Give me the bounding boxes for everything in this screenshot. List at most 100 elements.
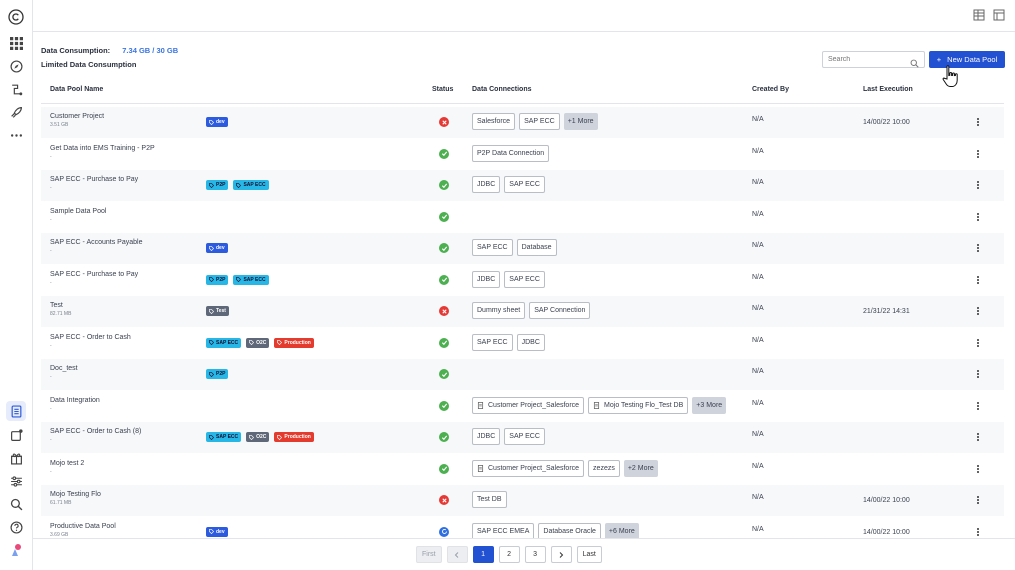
connection-chip[interactable]: zezezs	[588, 459, 620, 477]
page-button-1[interactable]: 1	[472, 546, 494, 563]
row-menu-icon[interactable]	[974, 148, 982, 160]
pool-name[interactable]: SAP ECC - Order to Cash (8)	[50, 428, 141, 435]
row-menu-icon[interactable]	[974, 463, 982, 475]
row-menu-icon[interactable]	[974, 526, 982, 538]
connection-chip[interactable]: SAP ECC	[472, 333, 513, 351]
first-page-button[interactable]: First	[416, 546, 442, 563]
more-connections-chip[interactable]: +3 More	[692, 396, 727, 414]
table-view-icon[interactable]	[973, 9, 985, 21]
pool-name[interactable]: Mojo test 2	[50, 460, 84, 467]
pool-name[interactable]: SAP ECC - Order to Cash	[50, 334, 131, 341]
page-button-2[interactable]: 2	[498, 546, 520, 563]
pool-name[interactable]: Customer Project	[50, 113, 104, 120]
data-pools-icon[interactable]	[6, 401, 26, 421]
row-menu-icon[interactable]	[974, 305, 982, 317]
rocket-icon[interactable]	[6, 102, 26, 122]
table-row[interactable]: Sample Data Pool - N/A	[41, 202, 1004, 233]
tag-badge[interactable]: P2P	[206, 369, 229, 379]
table-row[interactable]: Mojo test 2- Customer Project_Salesforce z…	[41, 454, 1004, 485]
tag-badge[interactable]: O2C	[246, 432, 270, 442]
pool-name[interactable]: Test	[50, 302, 63, 309]
more-icon[interactable]	[6, 125, 26, 145]
table-row[interactable]: Data Integration - Customer Project_Salesf…	[41, 391, 1004, 422]
tag-badge[interactable]: Production	[274, 432, 314, 442]
tag-badge[interactable]: dev	[206, 526, 228, 537]
table-row[interactable]: SAP ECC - Purchase to Pay - P2P SAP ECC JDBC…	[41, 265, 1004, 296]
tag-badge[interactable]: dev	[206, 243, 228, 253]
more-connections-chip[interactable]: +6 More	[604, 522, 639, 540]
column-header-status[interactable]: Status	[432, 86, 453, 93]
search-icon[interactable]	[6, 494, 26, 514]
last-page-button[interactable]: Last	[576, 546, 602, 563]
pool-name[interactable]: SAP ECC - Accounts Payable	[50, 239, 142, 246]
celonis-logo-icon[interactable]	[6, 7, 26, 27]
pool-name[interactable]: SAP ECC - Purchase to Pay	[50, 176, 138, 183]
table-row[interactable]: Get Data into EMS Training - P2P - P2P Dat…	[41, 139, 1004, 170]
connection-chip[interactable]: Customer Project_Salesforce	[472, 396, 585, 414]
layout-icon[interactable]	[993, 9, 1005, 21]
connection-chip[interactable]: JDBC	[516, 333, 545, 351]
table-row[interactable]: SAP ECC - Accounts Payable - dev SAP ECC Dat…	[41, 233, 1004, 264]
help-icon[interactable]	[6, 517, 26, 537]
connection-chip[interactable]: P2P Data Connection	[472, 144, 550, 162]
table-row[interactable]: SAP ECC - Purchase to Pay - P2P SAP ECC JDBC…	[41, 170, 1004, 201]
compass-icon[interactable]	[6, 56, 26, 76]
pool-name[interactable]: Sample Data Pool	[50, 208, 106, 215]
column-header-last-execution[interactable]: Last Execution	[863, 86, 913, 93]
page-button-3[interactable]: 3	[524, 546, 546, 563]
tag-badge[interactable]: SAP ECC	[233, 274, 269, 285]
table-row[interactable]: SAP ECC - Order to Cash (8) - SAP ECC O2C Pr…	[41, 422, 1004, 453]
pool-name[interactable]: Mojo Testing Flo	[50, 491, 101, 498]
tag-badge[interactable]: P2P	[206, 180, 229, 190]
tag-badge[interactable]: Test	[206, 306, 229, 316]
tag-badge[interactable]: SAP ECC	[206, 432, 242, 442]
connection-chip[interactable]: Database Oracle	[538, 522, 601, 540]
tag-badge[interactable]: O2C	[246, 337, 270, 348]
connection-chip[interactable]: Mojo Testing Flo_Test DB	[588, 396, 689, 414]
prev-page-button[interactable]	[446, 546, 468, 563]
connection-chip[interactable]: Test DB	[472, 491, 507, 508]
pool-name[interactable]: Get Data into EMS Training - P2P	[50, 145, 155, 152]
row-menu-icon[interactable]	[974, 400, 982, 412]
row-menu-icon[interactable]	[974, 368, 982, 380]
flow-icon[interactable]	[6, 79, 26, 99]
connection-chip[interactable]: SAP ECC	[504, 176, 545, 193]
row-menu-icon[interactable]	[974, 211, 982, 223]
sliders-icon[interactable]	[6, 471, 26, 491]
tag-badge[interactable]: SAP ECC	[206, 337, 242, 348]
tag-badge[interactable]: Production	[274, 337, 314, 348]
pool-name[interactable]: SAP ECC - Purchase to Pay	[50, 271, 138, 278]
tag-badge[interactable]: P2P	[206, 274, 229, 285]
connection-chip[interactable]: JDBC	[472, 176, 501, 193]
connection-chip[interactable]: Database	[516, 239, 557, 256]
pool-name[interactable]: Data Integration	[50, 397, 100, 404]
connection-chip[interactable]: SAP Connection	[529, 302, 591, 319]
row-menu-icon[interactable]	[974, 274, 982, 286]
table-row[interactable]: SAP ECC - Order to Cash - SAP ECC O2C Produc…	[41, 328, 1004, 359]
connection-chip[interactable]: JDBC	[472, 428, 501, 445]
column-header-name[interactable]: Data Pool Name	[50, 86, 103, 93]
pool-name[interactable]: Productive Data Pool	[50, 523, 116, 530]
connection-chip[interactable]: Salesforce	[472, 113, 516, 130]
table-row[interactable]: Doc_test - P2P N/A	[41, 359, 1004, 390]
row-menu-icon[interactable]	[974, 116, 982, 128]
user-avatar-icon[interactable]	[6, 540, 26, 560]
table-row[interactable]: Mojo Testing Flo 61.71 MB Test DB N/A 14/00/…	[41, 485, 1004, 516]
next-page-button[interactable]	[550, 546, 572, 563]
row-menu-icon[interactable]	[974, 179, 982, 191]
more-connections-chip[interactable]: +2 More	[623, 459, 658, 477]
table-row[interactable]: Test 82.71 MB Test Dummy sheet SAP Connectio…	[41, 296, 1004, 327]
gift-icon[interactable]	[6, 448, 26, 468]
row-menu-icon[interactable]	[974, 337, 982, 349]
row-menu-icon[interactable]	[974, 242, 982, 254]
row-menu-icon[interactable]	[974, 431, 982, 443]
tasks-icon[interactable]	[6, 425, 26, 445]
column-header-connections[interactable]: Data Connections	[472, 86, 532, 93]
connection-chip[interactable]: SAP ECC	[504, 270, 545, 288]
tag-badge[interactable]: SAP ECC	[233, 180, 269, 190]
pool-name[interactable]: Doc_test	[50, 365, 78, 372]
connection-chip[interactable]: JDBC	[472, 270, 501, 288]
table-row[interactable]: Customer Project 3.51 GB dev Salesforce SAP …	[41, 107, 1004, 138]
row-menu-icon[interactable]	[974, 494, 982, 506]
connection-chip[interactable]: SAP ECC	[519, 113, 560, 130]
